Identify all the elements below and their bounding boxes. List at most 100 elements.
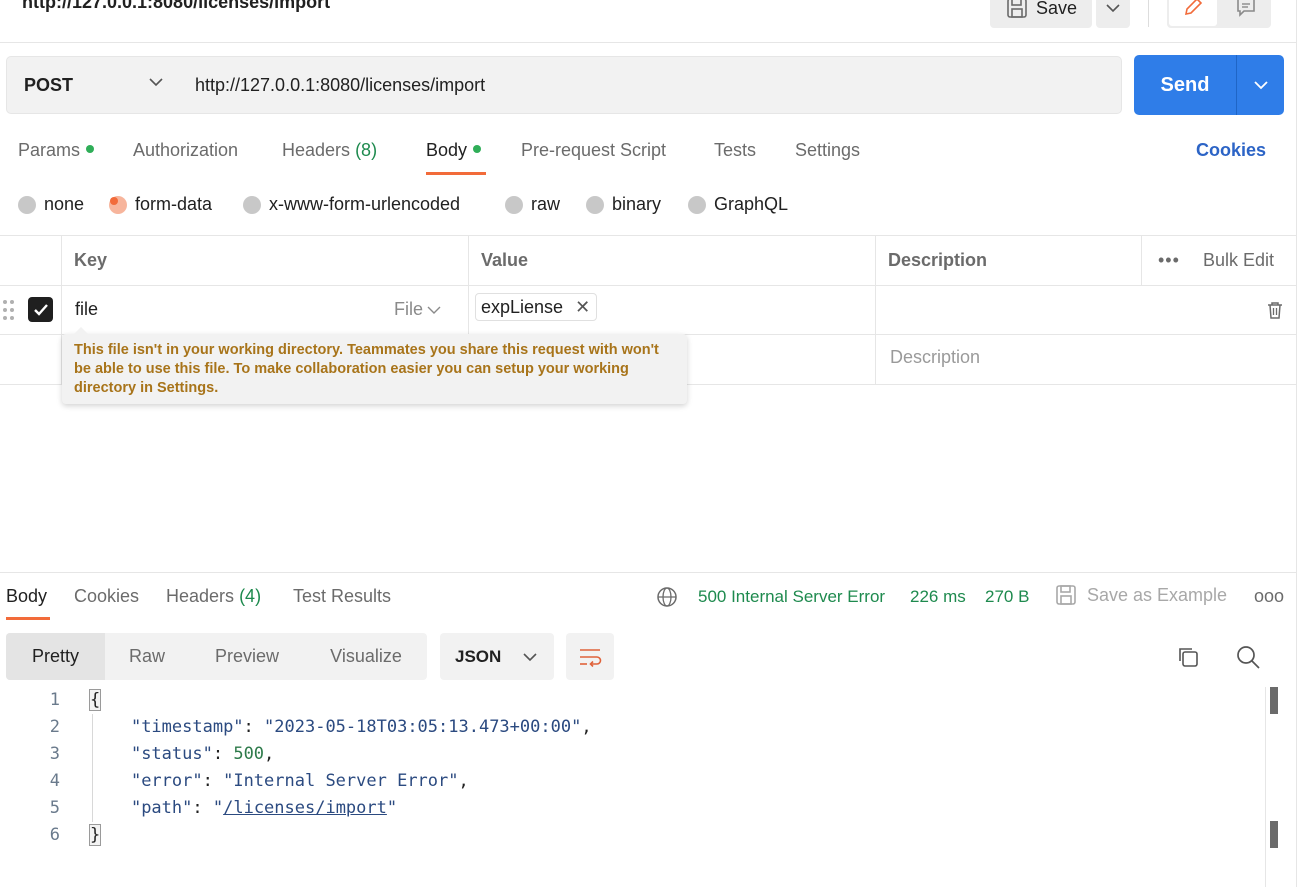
tab-params[interactable]: Params xyxy=(18,140,95,161)
json-value: 500 xyxy=(233,744,265,764)
request-title: http://127.0.0.1:8080/licenses/import xyxy=(22,0,331,12)
more-options-button[interactable]: ••• xyxy=(1158,250,1180,271)
response-tab-test-results[interactable]: Test Results xyxy=(293,586,391,607)
response-status[interactable]: 500 Internal Server Error xyxy=(698,587,885,607)
scrollbar-thumb[interactable] xyxy=(1270,821,1278,848)
indicator-dot xyxy=(473,145,482,154)
scrollbar-thumb[interactable] xyxy=(1270,687,1278,714)
json-value: "2023-05-18T03:05:13.473+00:00" xyxy=(264,717,582,737)
code-line: 2 "timestamp": "2023-05-18T03:05:13.473+… xyxy=(0,714,1265,741)
method-label: POST xyxy=(24,74,74,95)
file-name: expLiense xyxy=(481,296,564,317)
headers-count: (4) xyxy=(239,586,262,606)
json-key: "error" xyxy=(130,771,203,791)
active-tab-indicator xyxy=(426,172,486,175)
radio-x-www-form-urlencoded[interactable]: x-www-form-urlencoded xyxy=(243,194,460,215)
radio-raw[interactable]: raw xyxy=(505,194,560,215)
wrap-lines-button[interactable] xyxy=(566,633,614,680)
code-text: "error": "Internal Server Error", xyxy=(130,771,469,791)
cookies-link[interactable]: Cookies xyxy=(1196,140,1266,161)
save-dropdown-button[interactable] xyxy=(1096,0,1130,28)
code-line: 1 { xyxy=(0,687,1265,714)
drag-handle-icon[interactable] xyxy=(3,299,15,321)
chevron-down-icon xyxy=(1106,4,1120,13)
response-size[interactable]: 270 B xyxy=(985,587,1029,607)
column-header-description: Description xyxy=(888,250,988,270)
format-label: JSON xyxy=(455,646,502,666)
tab-settings[interactable]: Settings xyxy=(795,140,860,161)
response-tab-cookies[interactable]: Cookies xyxy=(74,586,139,607)
code-line: 6 } xyxy=(0,822,1265,849)
column-header-key: Key xyxy=(74,250,108,270)
description-input[interactable]: Description xyxy=(890,347,980,368)
radio-label: x-www-form-urlencoded xyxy=(269,194,461,214)
radio-circle xyxy=(586,195,604,214)
comment-icon xyxy=(1237,0,1255,17)
view-raw-button[interactable]: Raw xyxy=(105,633,189,680)
divider xyxy=(875,235,876,384)
line-number: 2 xyxy=(49,717,60,737)
save-button[interactable]: Save xyxy=(990,0,1092,28)
code-text: "status": 500, xyxy=(130,744,275,764)
tab-authorization[interactable]: Authorization xyxy=(133,140,238,161)
globe-icon[interactable] xyxy=(656,586,678,608)
trash-icon xyxy=(1268,302,1282,319)
chevron-down-icon xyxy=(149,78,163,87)
tab-headers[interactable]: Headers (8) xyxy=(282,140,377,161)
save-as-example-button[interactable]: Save as Example xyxy=(1055,584,1227,606)
send-dropdown-button[interactable] xyxy=(1237,55,1284,115)
wrap-lines-icon xyxy=(580,648,602,667)
method-select[interactable]: POST xyxy=(6,56,180,114)
search-icon[interactable] xyxy=(1236,645,1260,669)
row-enabled-checkbox[interactable] xyxy=(28,297,53,322)
json-key: "status" xyxy=(130,744,213,764)
key-input[interactable]: file xyxy=(75,299,98,320)
radio-circle-selected xyxy=(109,195,127,214)
file-chip: expLiense ✕ xyxy=(475,293,598,321)
remove-file-button[interactable]: ✕ xyxy=(575,297,590,318)
tab-body-label: Body xyxy=(426,140,468,160)
radio-circle xyxy=(688,195,706,214)
format-select[interactable]: JSON xyxy=(440,633,554,680)
chevron-down-icon xyxy=(523,652,537,661)
copy-icon[interactable] xyxy=(1176,645,1200,669)
working-directory-warning-tooltip: This file isn't in your working director… xyxy=(62,327,687,404)
url-input[interactable]: http://127.0.0.1:8080/licenses/import xyxy=(179,56,1122,114)
radio-none[interactable]: none xyxy=(18,194,84,215)
bulk-edit-button[interactable]: Bulk Edit xyxy=(1203,250,1274,271)
scrollbar[interactable] xyxy=(1265,687,1266,887)
json-key: "timestamp" xyxy=(130,717,244,737)
save-icon xyxy=(1007,0,1027,18)
request-tabs: Params Authorization Headers (8) Body Pr… xyxy=(0,138,1296,178)
tab-tests[interactable]: Tests xyxy=(714,140,756,161)
code-line: 3 "status": 500, xyxy=(0,741,1265,768)
comment-mode-button[interactable] xyxy=(1223,0,1269,26)
view-pretty-button[interactable]: Pretty xyxy=(6,633,105,680)
json-value: "Internal Server Error" xyxy=(223,771,459,791)
send-button[interactable]: Send xyxy=(1134,55,1236,115)
key-type-select[interactable]: File xyxy=(394,299,441,320)
tab-body[interactable]: Body xyxy=(426,140,482,161)
view-preview-button[interactable]: Preview xyxy=(189,633,305,680)
key-type-label: File xyxy=(394,299,424,319)
divider xyxy=(0,235,1296,236)
response-tab-body[interactable]: Body xyxy=(6,586,47,607)
edit-mode-button[interactable] xyxy=(1169,0,1217,26)
radio-form-data[interactable]: form-data xyxy=(109,194,212,215)
view-visualize-button[interactable]: Visualize xyxy=(305,633,427,680)
code-line: 5 "path": "/licenses/import" xyxy=(0,795,1265,822)
radio-label: raw xyxy=(531,194,561,214)
response-tab-headers[interactable]: Headers (4) xyxy=(166,586,261,607)
line-number: 4 xyxy=(49,771,60,791)
save-as-example-label: Save as Example xyxy=(1087,584,1228,605)
json-value-link[interactable]: /licenses/import xyxy=(223,798,387,818)
tab-prerequest-script[interactable]: Pre-request Script xyxy=(521,140,666,161)
more-options-button[interactable]: ooo xyxy=(1254,586,1284,607)
view-mode-switcher: Pretty Raw Preview Visualize xyxy=(6,633,427,680)
response-time[interactable]: 226 ms xyxy=(910,587,966,607)
delete-row-button[interactable] xyxy=(1266,300,1284,325)
radio-binary[interactable]: binary xyxy=(586,194,661,215)
json-key: "path" xyxy=(130,798,193,818)
radio-label: GraphQL xyxy=(714,194,789,214)
radio-graphql[interactable]: GraphQL xyxy=(688,194,788,215)
